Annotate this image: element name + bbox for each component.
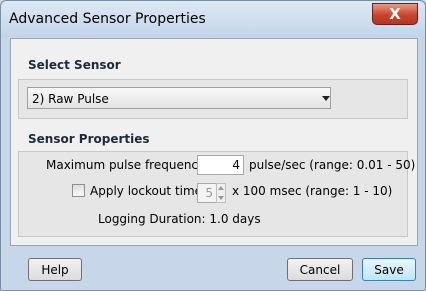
save-button[interactable]: Save (362, 258, 416, 281)
spin-up-icon (218, 186, 224, 190)
spin-down-icon (218, 196, 224, 200)
select-sensor-header: Select Sensor (28, 58, 121, 72)
max-pulse-unit: pulse/sec (range: 0.01 - 50) (249, 158, 416, 172)
close-icon: X (389, 4, 401, 23)
sensor-dropdown-value: 2) Raw Pulse (32, 92, 109, 106)
dialog-title: Advanced Sensor Properties (9, 11, 206, 27)
chevron-down-icon (322, 96, 330, 101)
lockout-unit: x 100 msec (range: 1 - 10) (232, 184, 393, 198)
max-pulse-label: Maximum pulse frequency: (46, 158, 209, 172)
lockout-label: Apply lockout time: (90, 184, 207, 198)
lockout-input[interactable]: 5 (197, 183, 217, 203)
lockout-checkbox[interactable] (72, 184, 85, 197)
sensor-properties-dialog: Advanced Sensor Properties X Select Sens… (0, 0, 426, 291)
sensor-properties-header: Sensor Properties (28, 132, 150, 146)
logging-duration: Logging Duration: 1.0 days (98, 212, 261, 226)
cancel-button[interactable]: Cancel (287, 258, 353, 281)
max-pulse-input[interactable]: 4 (197, 155, 244, 175)
select-sensor-group: 2) Raw Pulse (18, 79, 408, 119)
close-button[interactable]: X (372, 3, 418, 25)
lockout-spinner[interactable] (216, 183, 226, 203)
sensor-dropdown[interactable]: 2) Raw Pulse (27, 87, 331, 109)
title-bar[interactable]: Advanced Sensor Properties (1, 1, 425, 37)
help-button[interactable]: Help (28, 258, 82, 281)
